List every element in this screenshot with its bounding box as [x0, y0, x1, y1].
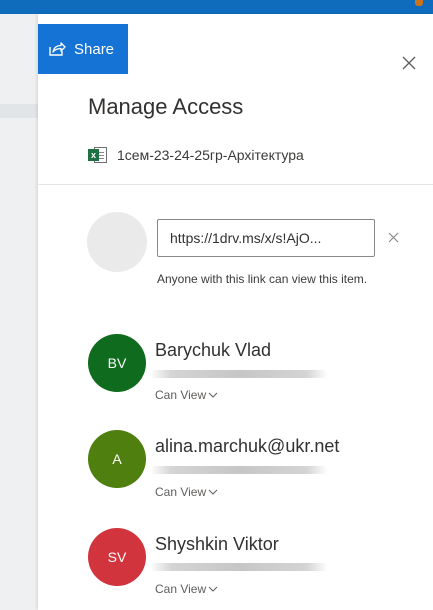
- background-app-area: [0, 14, 38, 610]
- avatar: A: [88, 430, 146, 488]
- permission-dropdown[interactable]: Can View: [155, 582, 218, 596]
- divider: [38, 184, 433, 185]
- top-bar-accent: [415, 0, 423, 6]
- share-icon: [48, 41, 66, 57]
- permission-label: Can View: [155, 485, 207, 499]
- file-info: x 1сем-23-24-25гр-Архітектура: [88, 146, 304, 164]
- share-label: Share: [74, 40, 115, 58]
- share-button[interactable]: Share: [38, 24, 128, 74]
- redacted-email: [150, 466, 328, 474]
- link-avatar: [87, 212, 147, 272]
- background-row: [0, 104, 38, 118]
- avatar: SV: [88, 528, 146, 586]
- chevron-down-icon: [208, 582, 218, 596]
- permission-dropdown[interactable]: Can View: [155, 485, 218, 499]
- permission-dropdown[interactable]: Can View: [155, 388, 218, 402]
- redacted-email: [150, 370, 328, 378]
- file-name: 1сем-23-24-25гр-Архітектура: [117, 147, 304, 163]
- permission-label: Can View: [155, 388, 207, 402]
- redacted-email: [150, 563, 328, 571]
- chevron-down-icon: [208, 485, 218, 499]
- person-row: A alina.marchuk@ukr.net Can View: [0, 428, 433, 508]
- person-row: BV Barychuk Vlad Can View: [0, 330, 433, 410]
- excel-file-icon: x: [88, 146, 108, 164]
- person-name: alina.marchuk@ukr.net: [155, 436, 340, 456]
- app-top-bar: [0, 0, 433, 14]
- link-description: Anyone with this link can view this item…: [157, 272, 368, 286]
- person-row: SV Shyshkin Viktor Can View: [0, 526, 433, 606]
- person-name: Shyshkin Viktor: [155, 534, 279, 554]
- person-name: Barychuk Vlad: [155, 340, 272, 360]
- chevron-down-icon: [208, 388, 218, 402]
- close-icon[interactable]: [398, 52, 420, 74]
- permission-label: Can View: [155, 582, 207, 596]
- share-link-field[interactable]: https://1drv.ms/x/s!AjO...: [157, 219, 375, 257]
- avatar: BV: [88, 334, 146, 392]
- remove-link-icon[interactable]: [385, 229, 401, 245]
- panel-title: Manage Access: [88, 94, 244, 119]
